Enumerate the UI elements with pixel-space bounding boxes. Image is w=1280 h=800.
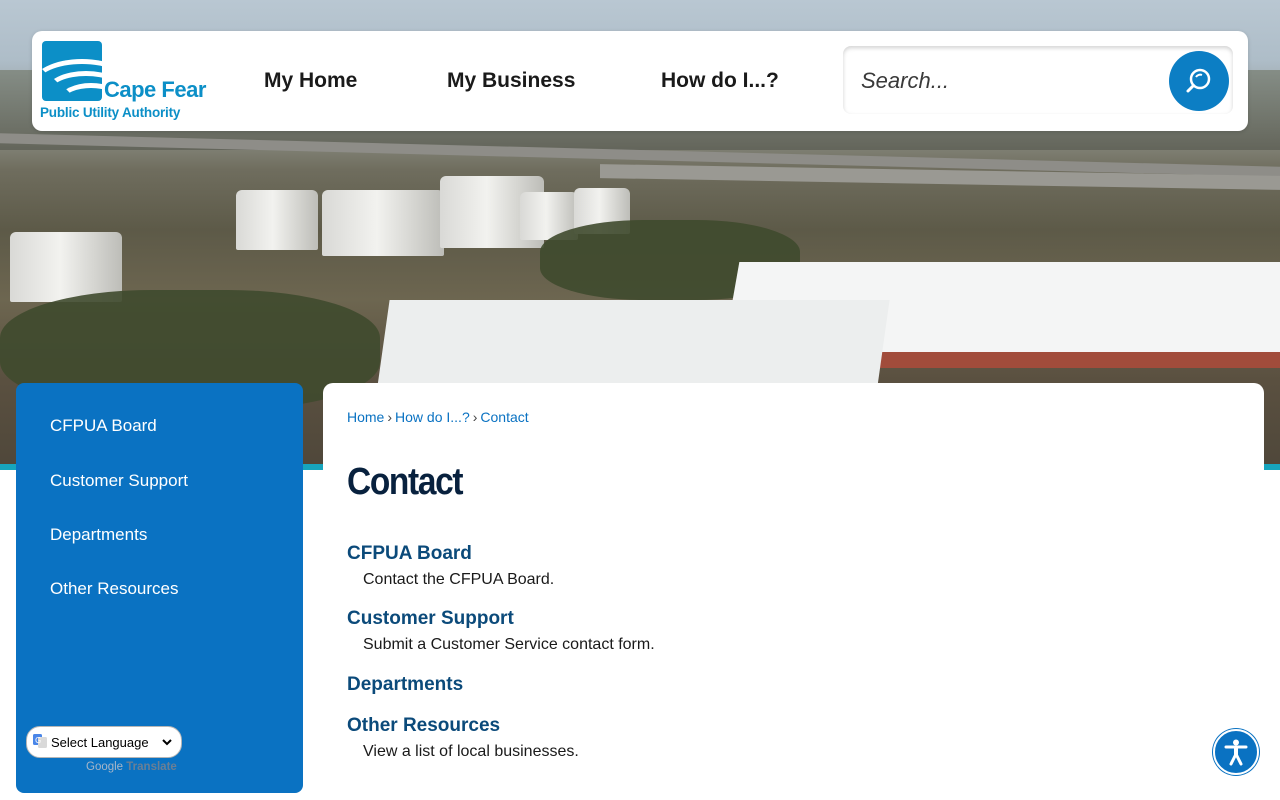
entry-description: Submit a Customer Service contact form. xyxy=(363,636,655,653)
svg-text:G: G xyxy=(35,736,41,745)
entry-description: View a list of local businesses. xyxy=(363,743,579,760)
breadcrumb: Home › How do I...? › Contact xyxy=(347,409,529,425)
accessibility-icon xyxy=(1224,739,1248,766)
sidebar-item-departments[interactable]: Departments xyxy=(50,525,147,545)
nav-my-home[interactable]: My Home xyxy=(264,69,357,93)
sidebar-nav: CFPUA Board Customer Support Departments… xyxy=(16,383,303,793)
translate-label: Translate xyxy=(126,761,177,773)
breadcrumb-home[interactable]: Home xyxy=(347,409,384,425)
search-input[interactable] xyxy=(859,56,1163,106)
site-header: Cape Fear Public Utility Authority My Ho… xyxy=(32,31,1248,131)
logo-subtitle: Public Utility Authority xyxy=(40,105,181,120)
google-label: Google xyxy=(86,761,124,773)
logo-wave-icon xyxy=(42,41,102,101)
breadcrumb-how-do-i[interactable]: How do I...? xyxy=(395,409,470,425)
entry-title-departments[interactable]: Departments xyxy=(347,674,463,696)
entry-title-customer-support[interactable]: Customer Support xyxy=(347,608,514,630)
accessibility-button[interactable] xyxy=(1213,729,1259,775)
google-translate-icon: G xyxy=(33,734,47,748)
sidebar-item-cfpua-board[interactable]: CFPUA Board xyxy=(50,416,157,436)
breadcrumb-separator: › xyxy=(387,409,393,425)
logo-name: Cape Fear xyxy=(104,77,206,102)
search-icon xyxy=(1186,68,1211,93)
entry-title-other-resources[interactable]: Other Resources xyxy=(347,715,500,737)
sidebar-item-other-resources[interactable]: Other Resources xyxy=(50,579,179,599)
main-content: Home › How do I...? › Contact Contact CFPUA … xyxy=(323,383,1264,800)
sidebar-item-customer-support[interactable]: Customer Support xyxy=(50,471,188,491)
hero-tank xyxy=(236,190,318,250)
nav-my-business[interactable]: My Business xyxy=(447,69,575,93)
language-selector: G Select Language xyxy=(26,726,182,758)
entry-description: Contact the CFPUA Board. xyxy=(363,571,555,588)
search-button[interactable] xyxy=(1169,51,1229,111)
entry-title-cfpua-board[interactable]: CFPUA Board xyxy=(347,543,472,565)
breadcrumb-contact[interactable]: Contact xyxy=(480,409,528,425)
nav-how-do-i[interactable]: How do I...? xyxy=(661,69,779,93)
breadcrumb-separator: › xyxy=(472,409,478,425)
site-logo[interactable]: Cape Fear Public Utility Authority xyxy=(40,39,208,123)
language-select[interactable]: Select Language xyxy=(47,733,175,751)
search-box xyxy=(843,46,1233,114)
powered-by-google-translate[interactable]: Google Translate xyxy=(86,761,177,773)
hero-tank xyxy=(322,190,444,256)
page-title: Contact xyxy=(347,461,464,503)
